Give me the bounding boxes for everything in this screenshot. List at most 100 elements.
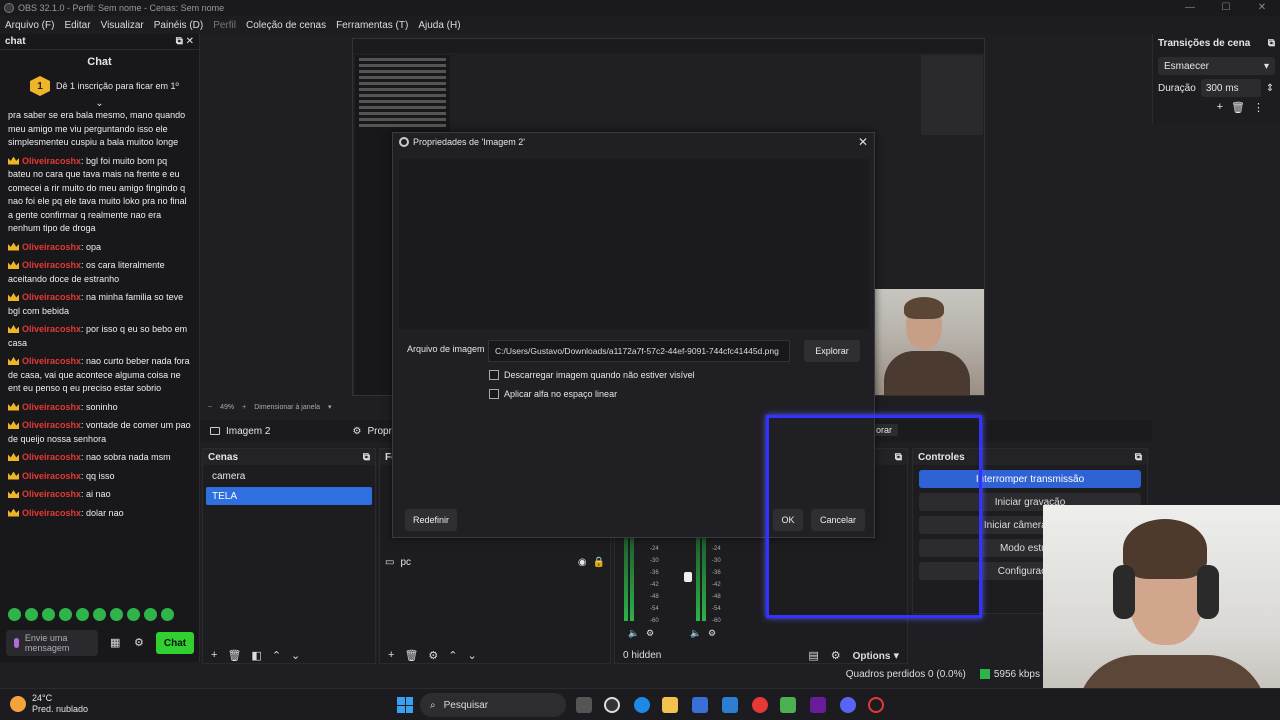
add-icon[interactable]: + [1217, 101, 1223, 114]
opera-icon[interactable] [868, 697, 884, 713]
close-dock-icon[interactable]: ✕ [186, 36, 194, 47]
menu-profile[interactable]: Perfil [208, 20, 241, 31]
chat-input[interactable]: Envie uma mensagem [6, 630, 98, 656]
close-icon[interactable]: ✕ [1244, 0, 1280, 16]
username[interactable]: Oliveiracoshx [22, 420, 81, 430]
scene-item-tela[interactable]: TELA [206, 487, 372, 505]
emote-icon[interactable] [144, 608, 157, 621]
menu-tools[interactable]: Ferramentas (T) [331, 20, 413, 31]
obs-taskbar-icon[interactable] [604, 697, 620, 713]
username[interactable]: Oliveiracoshx [22, 260, 81, 270]
zoom-in-icon[interactable]: + [242, 404, 246, 411]
duration-input[interactable]: 300 ms [1200, 79, 1261, 97]
emote-icon[interactable] [42, 608, 55, 621]
username[interactable]: Oliveiracoshx [22, 242, 81, 252]
chat-message: Oliveiracoshx: vontade de comer um pao d… [8, 419, 191, 446]
windows-start-icon[interactable] [397, 697, 413, 713]
menu-docks[interactable]: Painéis (D) [149, 20, 208, 31]
username[interactable]: Oliveiracoshx [22, 452, 81, 462]
source-item-pc[interactable]: ▭ pc ◉ 🔒 [380, 553, 610, 571]
spinner-icon[interactable]: ⇕ [1266, 83, 1274, 94]
file-explorer-icon[interactable] [662, 697, 678, 713]
scene-item-camera[interactable]: camera [206, 467, 372, 485]
minimize-icon[interactable]: — [1172, 0, 1208, 16]
expand-chevron-icon[interactable]: ⌄ [0, 98, 199, 109]
store-icon[interactable] [692, 697, 708, 713]
task-view-icon[interactable] [576, 697, 592, 713]
add-icon[interactable]: + [388, 649, 394, 661]
speaker-icon[interactable]: 🔈 [690, 628, 701, 639]
username[interactable]: Oliveiracoshx [22, 402, 81, 412]
audio-settings-icon[interactable]: ⚙ [646, 628, 654, 639]
menu-file[interactable]: Arquivo (F) [0, 20, 59, 31]
chat-send-button[interactable]: Chat [156, 632, 194, 654]
username[interactable]: Oliveiracoshx [22, 324, 81, 334]
username[interactable]: Oliveiracoshx [22, 508, 81, 518]
emote-icon[interactable] [161, 608, 174, 621]
filter-icon[interactable]: ◧ [251, 649, 261, 662]
gift-icon[interactable]: ▦ [110, 636, 122, 649]
username[interactable]: Oliveiracoshx [22, 471, 81, 481]
zoom-out-icon[interactable]: − [208, 404, 212, 411]
menu-edit[interactable]: Editar [59, 20, 95, 31]
reset-button[interactable]: Redefinir [405, 509, 457, 531]
username[interactable]: Oliveiracoshx [22, 356, 81, 366]
app-icon[interactable] [810, 697, 826, 713]
taskbar-search[interactable]: ⌕ Pesquisar [420, 693, 566, 717]
undock-icon[interactable]: ⧉ [176, 36, 183, 47]
unload-when-hidden-checkbox[interactable]: Descarregar imagem quando não estiver vi… [489, 370, 695, 380]
trash-icon[interactable]: 🗑 [404, 649, 418, 662]
edge-icon[interactable] [634, 697, 650, 713]
move-up-icon[interactable]: ⌃ [448, 649, 457, 662]
emote-icon[interactable] [8, 608, 21, 621]
username[interactable]: Oliveiracoshx [22, 156, 81, 166]
emote-icon[interactable] [59, 608, 72, 621]
emote-icon[interactable] [127, 608, 140, 621]
speaker-icon[interactable]: 🔈 [628, 628, 639, 639]
add-icon[interactable]: + [211, 649, 217, 661]
chevron-down-icon[interactable]: ▾ [328, 403, 332, 411]
undock-icon[interactable]: ⧉ [1268, 38, 1275, 49]
discord-icon[interactable] [840, 697, 856, 713]
emote-icon[interactable] [110, 608, 123, 621]
app-icon[interactable] [780, 697, 796, 713]
mixer-settings-icon[interactable]: ⚙ [831, 649, 841, 662]
move-down-icon[interactable]: ⌄ [291, 649, 300, 662]
transition-select[interactable]: Esmaecer ▾ [1158, 57, 1275, 75]
menu-view[interactable]: Visualizar [96, 20, 149, 31]
chrome-icon[interactable] [752, 697, 768, 713]
mail-icon[interactable] [722, 697, 738, 713]
options-button[interactable]: Options ▾ [853, 649, 899, 662]
mic-icon[interactable] [14, 638, 19, 648]
maximize-icon[interactable]: ☐ [1208, 0, 1244, 16]
weather-widget[interactable]: 24°C Pred. nublado [10, 693, 88, 715]
username[interactable]: Oliveiracoshx [22, 489, 81, 499]
file-path-input[interactable]: C:/Users/Gustavo/Downloads/a1172a7f-57c2… [488, 340, 790, 362]
volume-fader[interactable] [684, 572, 692, 582]
emote-icon[interactable] [93, 608, 106, 621]
undock-icon[interactable]: ⧉ [1135, 452, 1142, 463]
move-up-icon[interactable]: ⌃ [272, 649, 281, 662]
lock-icon[interactable]: 🔒 [593, 557, 605, 568]
audio-settings-icon[interactable]: ⚙ [708, 628, 716, 639]
menu-scene-collection[interactable]: Coleção de cenas [241, 20, 331, 31]
more-icon[interactable]: ⋮ [1253, 101, 1264, 114]
gear-icon[interactable]: ⚙ [428, 649, 438, 662]
emote-icon[interactable] [25, 608, 38, 621]
linear-alpha-checkbox[interactable]: Aplicar alfa no espaço linear [489, 389, 617, 399]
dialog-close-icon[interactable]: ✕ [858, 135, 868, 149]
checkbox-box[interactable] [489, 389, 499, 399]
undock-icon[interactable]: ⧉ [363, 452, 370, 463]
eye-icon[interactable]: ◉ [578, 557, 587, 568]
checkbox-box[interactable] [489, 370, 499, 380]
trash-icon[interactable]: 🗑 [1231, 101, 1245, 114]
zoom-mode[interactable]: Dimensionar à janela [254, 404, 320, 411]
browse-button[interactable]: Explorar [804, 340, 860, 362]
move-down-icon[interactable]: ⌄ [468, 649, 477, 662]
menu-help[interactable]: Ajuda (H) [413, 20, 465, 31]
layout-icon[interactable]: ▤ [808, 649, 818, 662]
trash-icon[interactable]: 🗑 [227, 649, 241, 662]
settings-gear-icon[interactable]: ⚙ [134, 636, 146, 649]
emote-icon[interactable] [76, 608, 89, 621]
username[interactable]: Oliveiracoshx [22, 292, 81, 302]
